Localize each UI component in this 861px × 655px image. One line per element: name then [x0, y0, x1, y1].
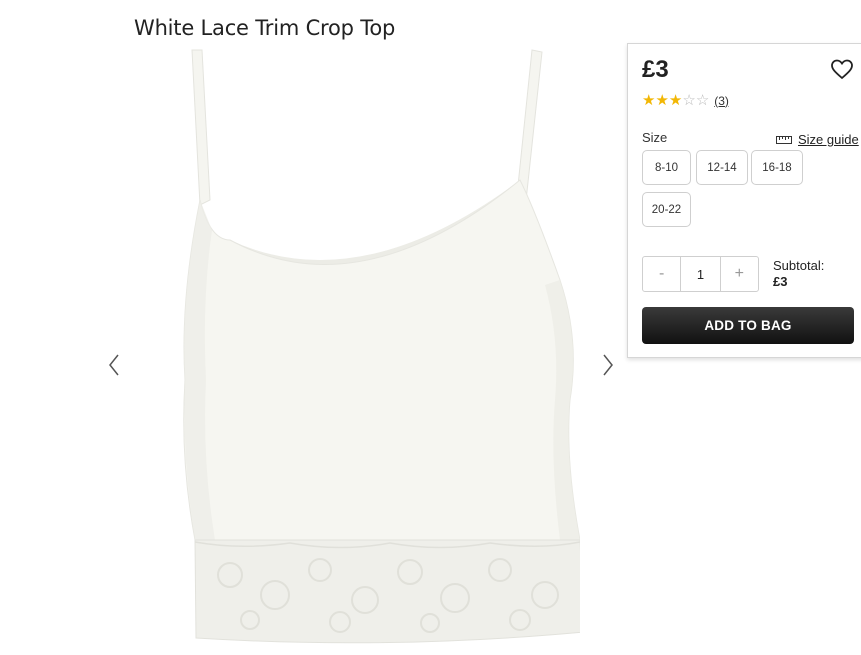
purchase-panel: £3 ★ ★ ★ ☆ ☆ (3) Size Size guide 8-10 12…	[627, 43, 861, 358]
star-empty-icon: ☆	[682, 92, 696, 109]
quantity-input[interactable]: 1	[680, 257, 721, 291]
star-filled-icon: ★	[655, 92, 669, 109]
size-option-16-18[interactable]: 16-18	[751, 150, 803, 185]
quantity-decrease-button[interactable]: -	[643, 257, 680, 291]
crop-top-image	[183, 49, 580, 644]
size-option-20-22[interactable]: 20-22	[642, 192, 691, 227]
ruler-icon	[776, 135, 792, 144]
star-filled-icon: ★	[642, 92, 656, 109]
product-gallery	[100, 40, 620, 655]
gallery-next-button[interactable]	[598, 350, 618, 380]
size-option-8-10[interactable]: 8-10	[642, 150, 691, 185]
add-to-bag-button[interactable]: ADD TO BAG	[642, 307, 854, 344]
price: £3	[642, 56, 669, 83]
subtotal-value: £3	[773, 274, 788, 289]
gallery-prev-button[interactable]	[104, 350, 124, 380]
heart-icon	[831, 59, 853, 80]
size-label: Size	[642, 130, 668, 145]
product-title: White Lace Trim Crop Top	[134, 16, 396, 41]
size-option-12-14[interactable]: 12-14	[696, 150, 748, 185]
subtotal-label: Subtotal:	[773, 258, 825, 273]
star-empty-icon: ☆	[695, 92, 710, 109]
size-guide-link[interactable]: Size guide	[776, 132, 859, 147]
quantity-stepper: - 1 +	[642, 256, 759, 292]
star-filled-icon: ★	[668, 92, 683, 109]
rating-stars[interactable]: ★ ★ ★ ☆ ☆ (3)	[642, 93, 729, 108]
review-count-link[interactable]: (3)	[714, 94, 729, 108]
subtotal: Subtotal: £3	[773, 258, 824, 290]
quantity-increase-button[interactable]: +	[721, 257, 758, 291]
chevron-left-icon	[109, 354, 119, 376]
chevron-right-icon	[603, 354, 613, 376]
size-guide-label: Size guide	[798, 132, 859, 147]
wishlist-button[interactable]	[830, 58, 854, 82]
